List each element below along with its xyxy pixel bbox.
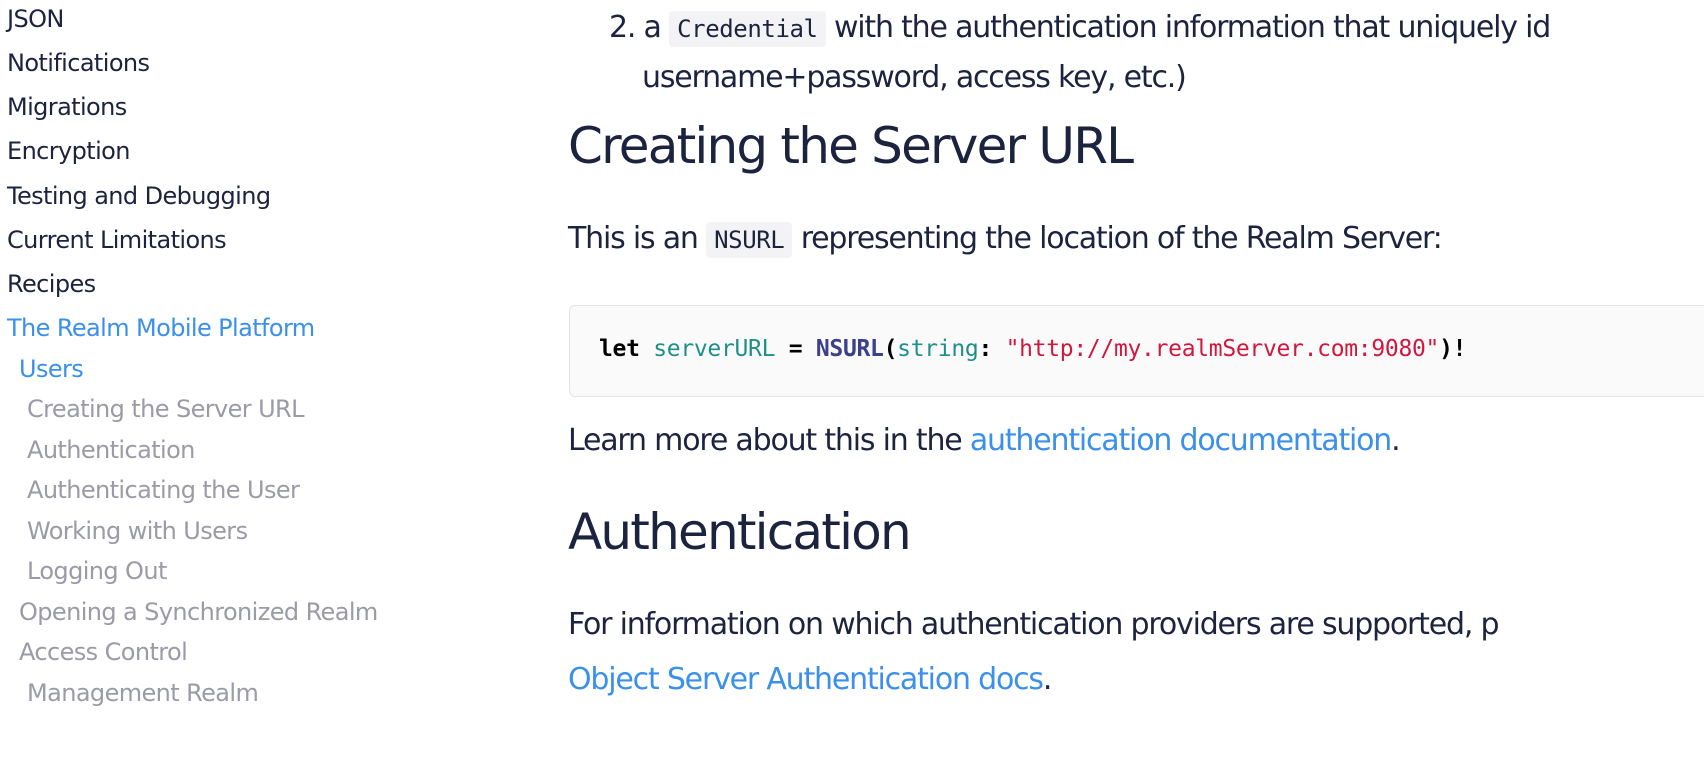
inline-code-nsurl: NSURL	[706, 222, 793, 258]
section-heading-creating-server-url: Creating the Server URL	[568, 117, 1134, 175]
sidebar-item-creating-server-url[interactable]: Creating the Server URL	[27, 394, 304, 424]
list-item-continuation: username+password, access key, etc.)	[642, 60, 1187, 95]
list-item: 2. a Credential with the authentication …	[609, 8, 1551, 48]
sidebar-item-current-limitations[interactable]: Current Limitations	[7, 225, 227, 255]
list-item-number: 2. a	[609, 10, 662, 45]
code-variable: serverURL	[653, 336, 776, 362]
paragraph-auth-providers: For information on which authentication …	[568, 607, 1500, 642]
sidebar-item-encryption[interactable]: Encryption	[7, 136, 130, 166]
list-item-text: with the authentication information that…	[833, 10, 1551, 45]
inline-code-credential: Credential	[669, 11, 826, 47]
sidebar-item-opening-synchronized-realm[interactable]: Opening a Synchronized Realm	[19, 597, 378, 627]
code-operator: =	[788, 336, 803, 362]
docs-page: JSON Notifications Migrations Encryption…	[0, 0, 1704, 782]
paragraph-period: .	[1042, 662, 1053, 697]
code-param: string	[897, 336, 979, 362]
code-paren-close: )!	[1439, 336, 1467, 362]
code-type: NSURL	[815, 336, 884, 362]
main-content: 2. a Credential with the authentication …	[560, 0, 1704, 782]
sidebar-item-json[interactable]: JSON	[7, 4, 64, 34]
code-colon: :	[978, 336, 993, 362]
sidebar-item-users[interactable]: Users	[19, 354, 84, 384]
sidebar-nav: JSON Notifications Migrations Encryption…	[0, 0, 560, 782]
paragraph-auth-providers-continuation: Object Server Authentication docs.	[568, 660, 1053, 700]
sidebar-item-notifications[interactable]: Notifications	[7, 48, 150, 78]
sidebar-item-migrations[interactable]: Migrations	[7, 92, 127, 122]
sidebar-item-authentication[interactable]: Authentication	[27, 435, 195, 465]
paragraph-learn-more: Learn more about this in the authenticat…	[568, 421, 1401, 461]
sidebar-item-recipes[interactable]: Recipes	[7, 269, 96, 299]
sidebar-item-authenticating-user[interactable]: Authenticating the User	[27, 475, 300, 505]
section-heading-authentication: Authentication	[568, 503, 912, 561]
code-string: "http://my.realmServer.com:9080"	[1005, 336, 1440, 362]
sidebar-item-testing-debugging[interactable]: Testing and Debugging	[7, 181, 271, 211]
paragraph-text: This is an	[568, 221, 699, 256]
paragraph-server-url: This is an NSURL representing the locati…	[568, 219, 1443, 259]
sidebar-item-realm-mobile-platform[interactable]: The Realm Mobile Platform	[7, 313, 315, 343]
authentication-documentation-link[interactable]: authentication documentation	[970, 423, 1392, 458]
sidebar-item-working-with-users[interactable]: Working with Users	[27, 516, 248, 546]
code-block: let serverURL = NSURL(string: "http://my…	[569, 305, 1704, 397]
sidebar-item-management-realm[interactable]: Management Realm	[27, 678, 259, 708]
code-line: let serverURL = NSURL(string: "http://my…	[599, 336, 1467, 362]
paragraph-period: .	[1391, 423, 1401, 458]
code-paren-open: (	[883, 336, 898, 362]
code-keyword: let	[599, 336, 640, 362]
paragraph-text: representing the location of the Realm S…	[800, 221, 1443, 256]
sidebar-item-logging-out[interactable]: Logging Out	[27, 556, 167, 586]
object-server-auth-docs-link[interactable]: Object Server Authentication docs	[568, 662, 1044, 697]
paragraph-text: Learn more about this in the	[568, 423, 963, 458]
sidebar-item-access-control[interactable]: Access Control	[19, 637, 188, 667]
